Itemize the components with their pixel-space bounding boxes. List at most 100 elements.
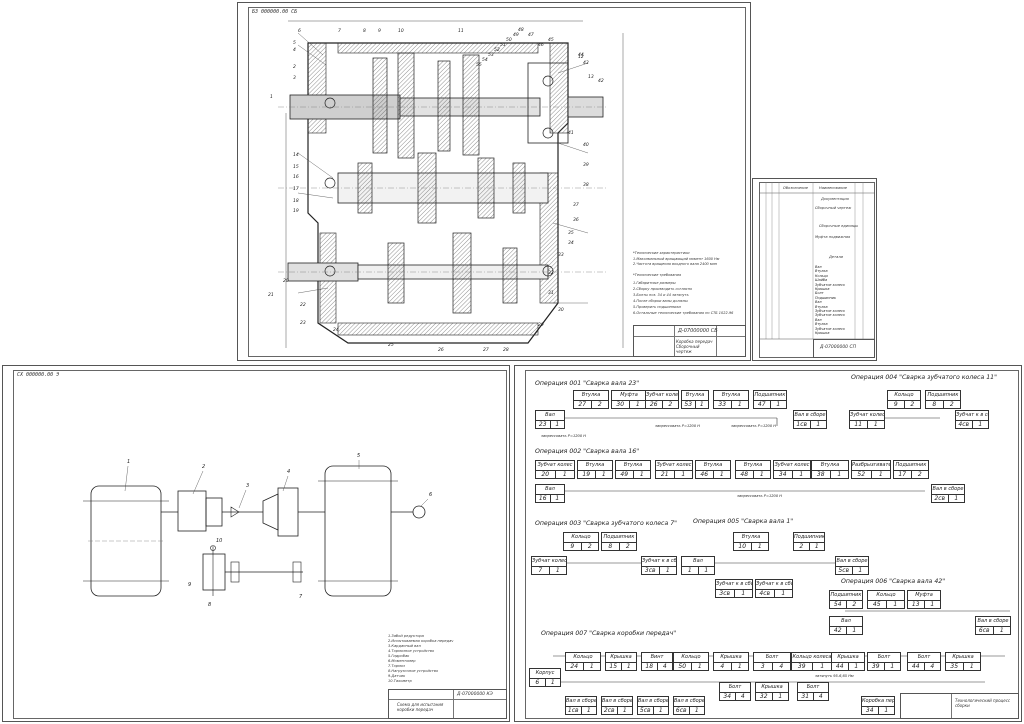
unit-cells: 50 1	[674, 662, 708, 670]
assembly-unit-box: Кольцо 45 1	[867, 590, 905, 609]
assembly-unit-box: Вал в сборе 6св 1	[975, 616, 1011, 635]
unit-quantity: 1	[814, 543, 819, 550]
process-note: затянуть 95-6,65 Нм	[815, 674, 854, 678]
specification-sheet: Обозначение Наименование Документация Сб…	[752, 178, 877, 361]
assembly-unit-box: Втулка 38 1	[811, 460, 849, 479]
tech-note: *Технические требования	[633, 273, 682, 277]
process-title-text: Технологический процесс сборки	[955, 698, 1011, 708]
unit-position: 35	[946, 662, 964, 670]
assembly-unit-box: Болт 34 4	[719, 682, 751, 701]
unit-quantity: 1	[586, 707, 591, 714]
callout-number: 17	[293, 187, 299, 192]
spec-row: Втулка	[815, 269, 828, 274]
unit-cells: 6св 1	[976, 626, 1010, 634]
unit-cells: 15 1	[606, 662, 636, 670]
unit-cells: 2св 1	[602, 706, 632, 714]
assembly-unit-box: Болт 39 1	[867, 652, 901, 671]
tech-note: 2.Сборку производить согласно	[633, 287, 693, 291]
unit-quantity: 1	[776, 401, 781, 408]
unit-quantity: 1	[884, 707, 889, 714]
assembly-drawing-sheet: БЗ 000000.00 СБ 1 2 3 4 5 6 7 8 9 10 11 …	[237, 2, 751, 361]
unit-quantity: 1	[665, 567, 670, 574]
unit-cells: 34 1	[862, 706, 894, 714]
unit-quantity: 1	[555, 567, 560, 574]
unit-position: 26	[646, 400, 663, 408]
callout-number: 41	[568, 131, 574, 136]
assembly-unit-box: Зубчат к в сбор3св1	[715, 579, 753, 598]
unit-position: 4св	[956, 420, 973, 428]
callout-number: 7	[299, 594, 303, 600]
callout-number: 26	[438, 348, 444, 353]
assembly-unit-box: Вал в сборе 6св 1	[673, 696, 705, 715]
process-title-block: Технологический процесс сборки	[900, 693, 1019, 719]
scheme-title-block: Д-07000000 КЭ Схема для испытания коробк…	[388, 689, 507, 719]
unit-position: 15	[606, 662, 622, 670]
spec-row: Шайба	[815, 278, 828, 283]
unit-quantity: 1	[757, 543, 762, 550]
unit-cells: 82	[602, 542, 636, 550]
unit-position: 4св	[756, 589, 775, 597]
assembly-unit-box: Винт 18 4	[641, 652, 673, 671]
callout-number: 43	[583, 61, 589, 66]
callout-number: 32	[548, 271, 554, 276]
unit-cells: 4св 1	[956, 420, 988, 428]
spec-row: Вал	[815, 317, 822, 322]
assembly-unit-box: Зубчат колес 20 1	[535, 460, 575, 479]
unit-position: 44	[908, 662, 925, 670]
unit-cells: 92	[564, 542, 598, 550]
tech-note: 6.Остальные технические требования по СТ…	[633, 311, 734, 315]
unit-position: 1св	[566, 706, 582, 714]
spec-row: Сборочный чертеж	[815, 206, 852, 210]
unit-quantity: 1	[852, 627, 857, 634]
callout-number: 1	[270, 95, 273, 100]
unit-cells: 23 1	[536, 420, 564, 428]
unit-position: 53	[682, 400, 696, 408]
unit-position: 23	[536, 420, 551, 428]
assembly-unit-box: Зубчат колес 7 1	[531, 556, 567, 575]
unit-cells: 2св 1	[932, 494, 964, 502]
unit-position: 2	[794, 542, 810, 550]
callout-number: 22	[300, 303, 306, 308]
unit-quantity: 1	[969, 663, 974, 670]
callout-number: 8	[208, 602, 212, 608]
unit-quantity: 1	[601, 471, 606, 478]
legend-item: 6.Моментомер	[388, 659, 416, 663]
legend-item: 5.Гидробак	[388, 654, 410, 658]
unit-position: 50	[674, 662, 692, 670]
unit-position: 8	[602, 542, 620, 550]
callout-number: 38	[583, 183, 589, 188]
callout-number: 31	[548, 291, 554, 296]
unit-cells: 44 4	[908, 662, 940, 670]
unit-quantity: 2	[917, 471, 922, 478]
unit-quantity: 2	[587, 543, 592, 550]
unit-cells: 35 1	[946, 662, 980, 670]
unit-cells: 3св 1	[716, 589, 752, 597]
callout-number: 10	[216, 538, 223, 544]
unit-cells: 49 1	[616, 470, 650, 478]
unit-quantity: 2	[852, 601, 857, 608]
unit-cells: 16 1	[536, 494, 564, 502]
unit-cells: 11 1	[850, 420, 884, 428]
unit-position: 10	[734, 542, 752, 550]
unit-quantity: 1	[999, 627, 1004, 634]
tech-note: *Технические характеристики	[633, 251, 690, 255]
callout-number: 2	[202, 464, 206, 470]
spec-row: Зубчатое колесо	[815, 282, 845, 287]
callout-number: 44	[578, 53, 584, 58]
unit-quantity: 1	[930, 601, 935, 608]
assembly-unit-box: Кольцо 9 2	[887, 390, 921, 409]
operation-title: Операция 003 "Сварка зубчатого колеса 7"	[535, 520, 678, 527]
unit-cells: 34 4	[720, 692, 750, 700]
assembly-unit-box: Втулка 53 1	[681, 390, 709, 409]
unit-position: 44	[832, 662, 849, 670]
unit-cells: 82	[926, 400, 960, 408]
unit-cells: 46 1	[696, 470, 730, 478]
unit-quantity: 1	[781, 590, 786, 597]
unit-cells: 19 1	[578, 470, 612, 478]
unit-cells: 5св 1	[638, 706, 668, 714]
scheme-title-name: Схема для испытания коробки передач	[397, 702, 444, 712]
spec-row: Вал	[815, 300, 822, 305]
assembly-unit-box: Зубчат к в сбор4св1	[955, 410, 989, 429]
unit-quantity: 1	[550, 679, 555, 686]
callout-number: 53	[488, 53, 494, 58]
